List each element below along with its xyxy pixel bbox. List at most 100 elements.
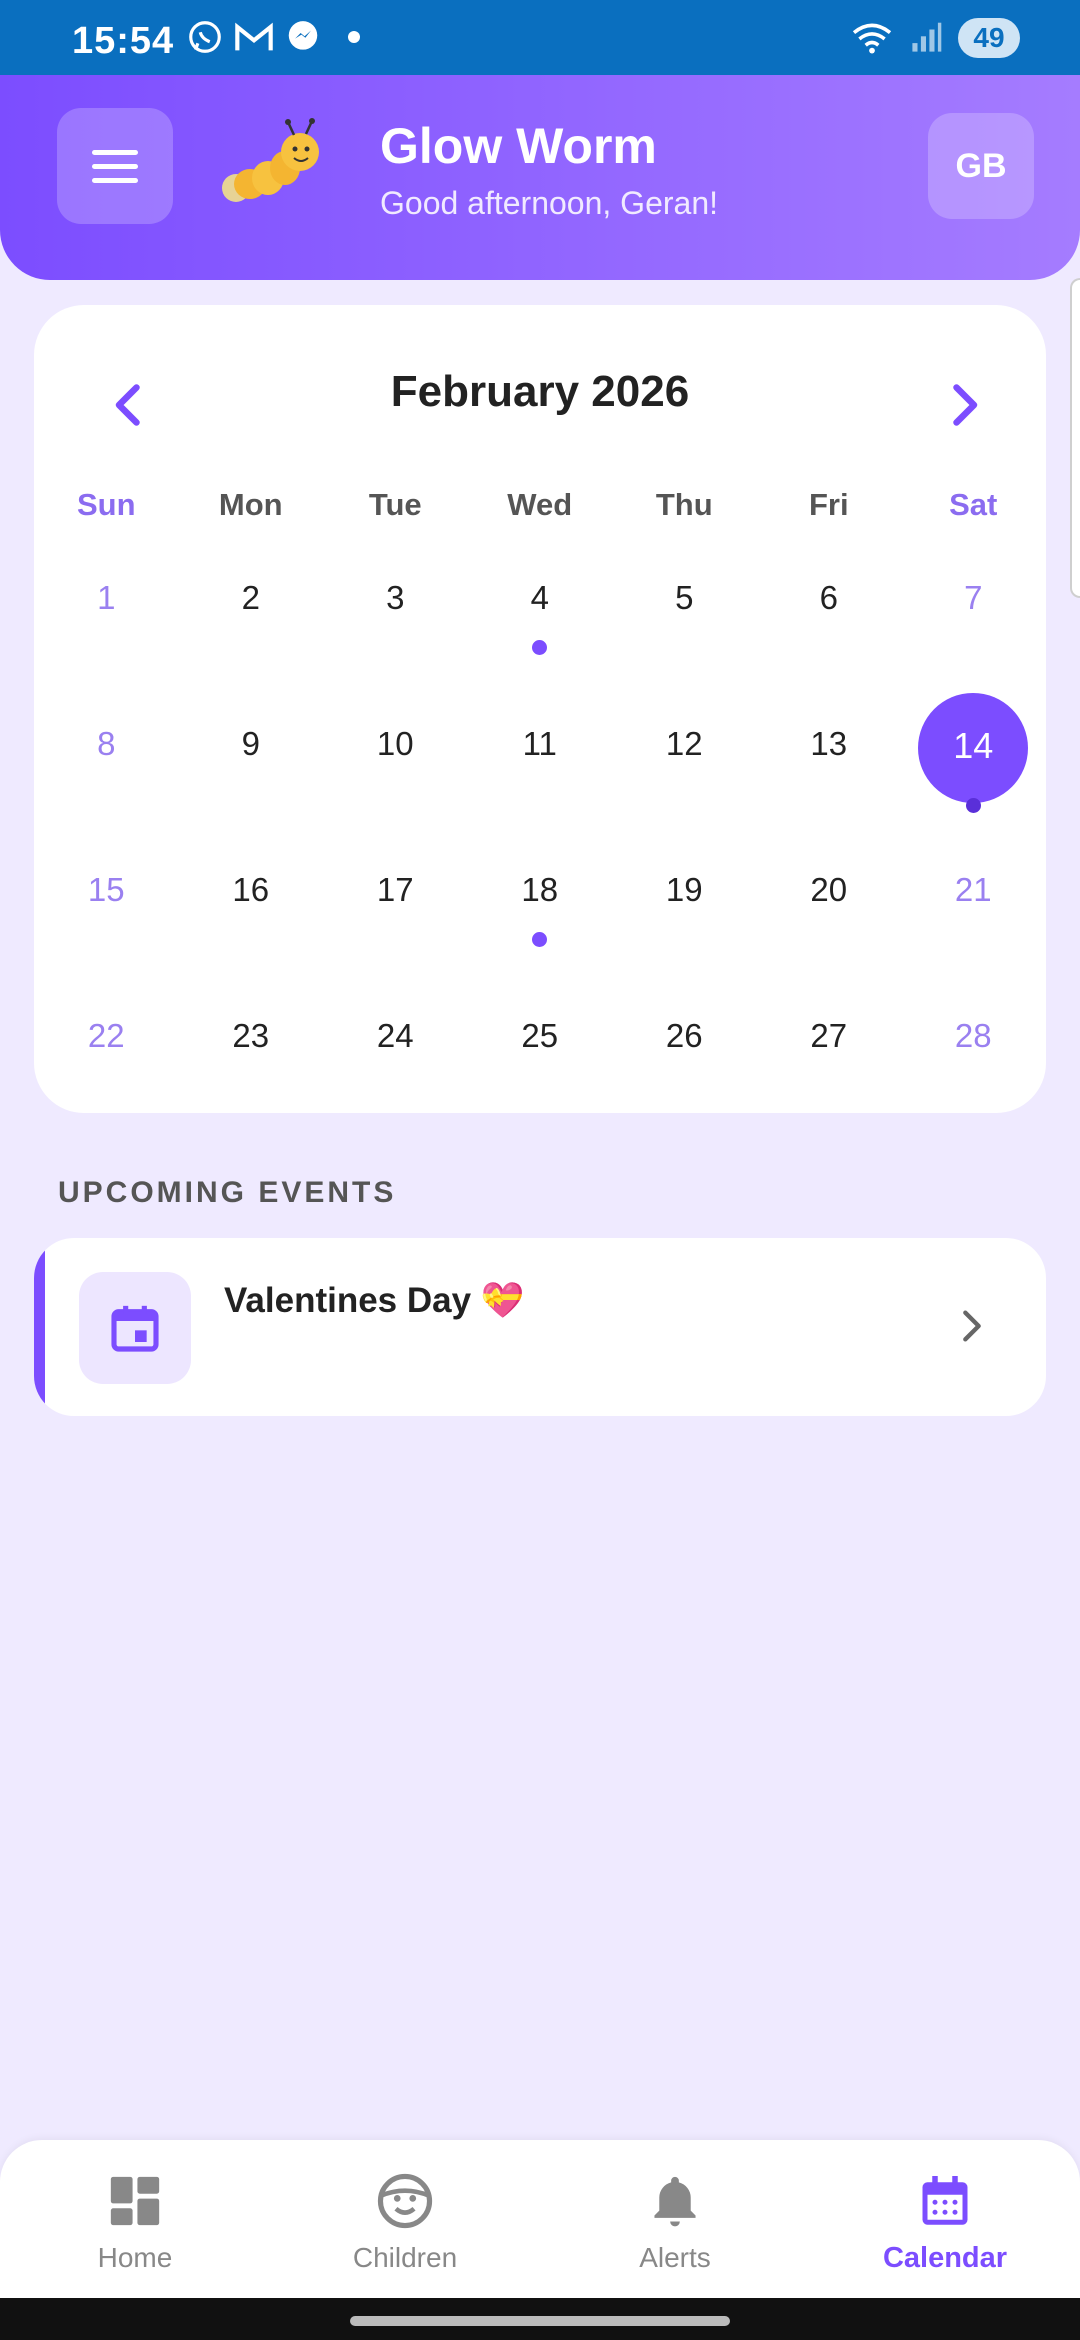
event-dot bbox=[532, 640, 548, 655]
day-number: 16 bbox=[232, 871, 270, 908]
calendar-day[interactable]: 27 bbox=[757, 993, 902, 1139]
app-header: Glow Worm Good afternoon, Geran! GB bbox=[0, 75, 1080, 280]
battery-indicator: 49 bbox=[958, 18, 1020, 58]
day-number: 3 bbox=[386, 579, 405, 616]
day-number: 15 bbox=[87, 871, 125, 908]
user-avatar[interactable]: GB bbox=[928, 113, 1034, 219]
day-number: 5 bbox=[675, 579, 694, 616]
calendar-day[interactable]: 4 bbox=[468, 555, 613, 701]
wifi-icon bbox=[852, 23, 892, 54]
calendar-day[interactable]: 18 bbox=[468, 847, 613, 993]
weekday-label: Sun bbox=[76, 487, 136, 522]
calendar-grid: 1 2 3 4 5 6 7 8 9 10 11 12 13 14 15 16 17 18 19 20 21 22 23 24 2… bbox=[34, 555, 1046, 1139]
calendar-day[interactable]: 28 bbox=[901, 993, 1046, 1139]
calendar-day[interactable]: 19 bbox=[612, 847, 757, 993]
day-number: 4 bbox=[530, 579, 549, 616]
status-bar: 15:54 49 bbox=[0, 0, 1080, 75]
month-title: February 2026 bbox=[390, 367, 690, 416]
calendar-day[interactable]: 23 bbox=[179, 993, 324, 1139]
notification-icons bbox=[186, 18, 360, 56]
chevron-right-icon bbox=[963, 1310, 981, 1342]
calendar-week: 15 16 17 18 19 20 21 bbox=[34, 847, 1046, 993]
calendar-day-selected[interactable]: 14 bbox=[901, 693, 1046, 847]
calendar-day[interactable]: 24 bbox=[323, 993, 468, 1139]
calendar-day[interactable]: 25 bbox=[468, 993, 613, 1139]
weekday-header: Sun Mon Tue Wed Thu Fri Sat bbox=[34, 487, 1046, 523]
nav-alerts-label: Alerts bbox=[639, 2242, 711, 2273]
event-title: Valentines Day 💝 bbox=[224, 1281, 525, 1320]
event-dot bbox=[532, 932, 548, 947]
calendar-day[interactable]: 15 bbox=[34, 847, 179, 993]
weekday-label: Thu bbox=[655, 487, 713, 522]
weekday-label: Fri bbox=[808, 487, 849, 522]
calendar-day[interactable]: 13 bbox=[757, 701, 902, 847]
day-number: 14 bbox=[953, 725, 994, 766]
upcoming-events-heading: UPCOMING EVENTS bbox=[58, 1176, 397, 1209]
calendar-event-icon bbox=[111, 1305, 159, 1352]
app-title: Glow Worm bbox=[380, 118, 657, 174]
calendar-day[interactable]: 5 bbox=[612, 555, 757, 701]
calendar-week: 8 9 10 11 12 13 14 bbox=[34, 693, 1046, 847]
day-number: 6 bbox=[819, 579, 838, 616]
nav-alerts[interactable]: Alerts bbox=[540, 2170, 810, 2274]
calendar-day[interactable]: 16 bbox=[179, 847, 324, 993]
calendar-day[interactable]: 22 bbox=[34, 993, 179, 1139]
calendar-day[interactable]: 21 bbox=[901, 847, 1046, 993]
day-number: 25 bbox=[521, 1017, 559, 1054]
nav-home-label: Home bbox=[97, 2242, 173, 2273]
day-number: 24 bbox=[376, 1017, 414, 1054]
calendar-week: 22 23 24 25 26 27 28 bbox=[34, 993, 1046, 1139]
event-dot bbox=[965, 798, 981, 813]
calendar-icon bbox=[922, 2176, 968, 2225]
whatsapp-icon bbox=[189, 21, 221, 53]
nav-calendar-label: Calendar bbox=[882, 2242, 1008, 2274]
event-card[interactable]: Valentines Day 💝 bbox=[34, 1238, 1046, 1416]
calendar-day[interactable]: 12 bbox=[612, 701, 757, 847]
calendar-day[interactable]: 17 bbox=[323, 847, 468, 993]
hamburger-icon bbox=[92, 149, 138, 155]
calendar-day[interactable]: 6 bbox=[757, 555, 902, 701]
glow-worm-logo bbox=[222, 118, 319, 202]
day-number: 28 bbox=[954, 1017, 992, 1054]
day-number: 7 bbox=[964, 579, 983, 616]
weekday-label: Tue bbox=[368, 487, 422, 522]
calendar-day[interactable]: 2 bbox=[179, 555, 324, 701]
nav-calendar[interactable]: Calendar bbox=[810, 2170, 1080, 2275]
bell-icon bbox=[654, 2176, 696, 2227]
day-number: 26 bbox=[665, 1017, 703, 1054]
day-number: 11 bbox=[522, 725, 557, 762]
calendar-day[interactable]: 1 bbox=[34, 555, 179, 701]
weekday-label: Wed bbox=[507, 487, 573, 522]
calendar-day[interactable]: 3 bbox=[323, 555, 468, 701]
calendar-day[interactable]: 8 bbox=[34, 701, 179, 847]
nav-home[interactable]: Home bbox=[0, 2170, 270, 2274]
calendar-day[interactable]: 9 bbox=[179, 701, 324, 847]
nav-children[interactable]: Children bbox=[270, 2170, 540, 2274]
day-number: 23 bbox=[232, 1017, 270, 1054]
calendar-day[interactable]: 10 bbox=[323, 701, 468, 847]
day-number: 18 bbox=[521, 871, 559, 908]
scroll-handle[interactable] bbox=[1070, 278, 1080, 598]
day-number: 13 bbox=[810, 725, 848, 762]
greeting-text: Good afternoon, Geran! bbox=[380, 185, 718, 221]
calendar-day[interactable]: 20 bbox=[757, 847, 902, 993]
next-month-button[interactable] bbox=[934, 375, 994, 435]
status-time: 15:54 bbox=[72, 20, 175, 62]
day-number: 2 bbox=[241, 579, 260, 616]
weekday-label: Mon bbox=[218, 487, 283, 522]
day-number: 27 bbox=[810, 1017, 848, 1054]
day-number: 21 bbox=[954, 871, 992, 908]
event-accent-bar bbox=[34, 1238, 45, 1416]
calendar-week: 1 2 3 4 5 6 7 bbox=[34, 555, 1046, 701]
calendar-day[interactable]: 11 bbox=[468, 701, 613, 847]
menu-button[interactable] bbox=[57, 108, 173, 224]
nav-children-label: Children bbox=[352, 2242, 458, 2273]
messenger-icon bbox=[288, 21, 318, 50]
calendar-day[interactable]: 26 bbox=[612, 993, 757, 1139]
home-indicator[interactable] bbox=[350, 2316, 730, 2326]
day-number: 12 bbox=[665, 725, 703, 762]
weekday-label: Sat bbox=[949, 487, 998, 522]
calendar-card: February 2026 Sun Mon Tue Wed Thu Fri Sa… bbox=[34, 305, 1046, 1113]
calendar-day[interactable]: 7 bbox=[901, 555, 1046, 701]
day-number: 8 bbox=[97, 725, 116, 762]
